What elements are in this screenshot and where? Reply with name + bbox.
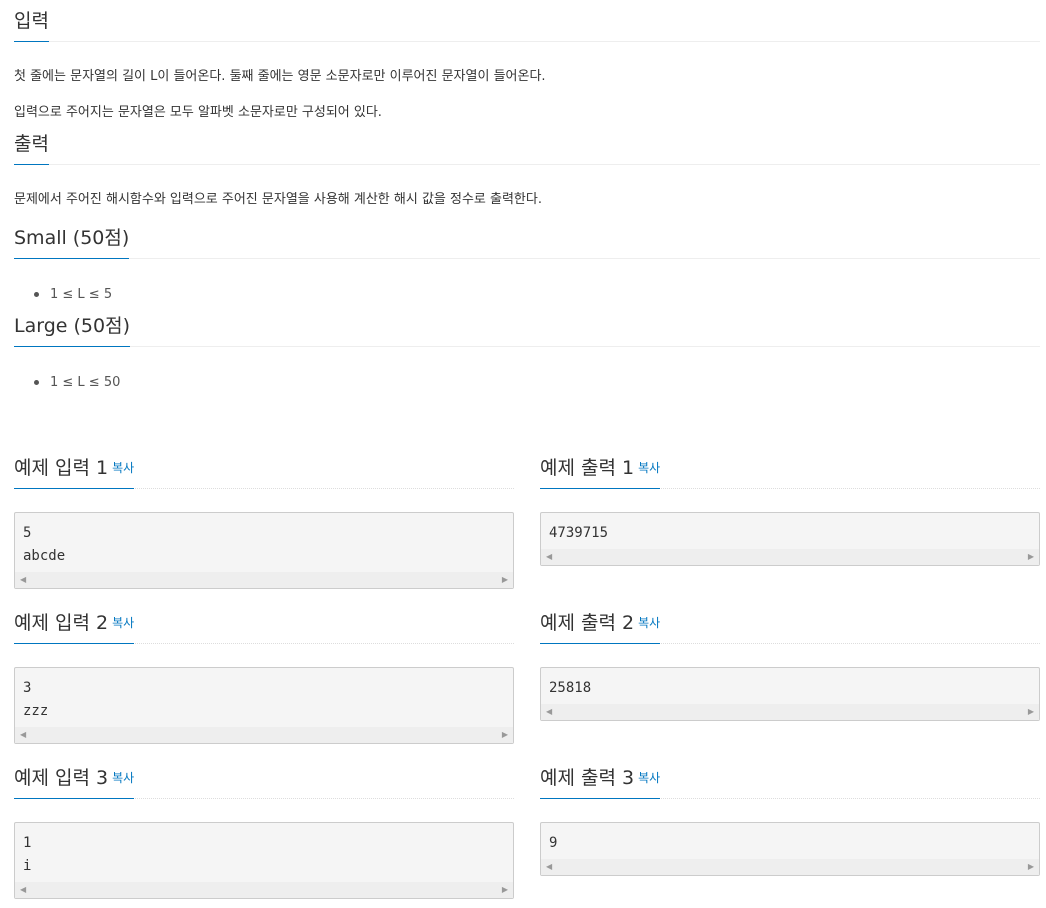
constraint-text: 1 ≤ L ≤ 5 <box>50 287 113 302</box>
horizontal-scrollbar[interactable]: ◀ ▶ <box>541 704 1039 720</box>
scroll-left-icon[interactable]: ◀ <box>546 552 552 562</box>
sample-output-title: 예제 출력 3 <box>540 767 635 789</box>
sample-output-1: 예제 출력 1 복사 4739715 ◀ ▶ <box>540 441 1040 566</box>
sample-input-title-wrap: 예제 입력 1 복사 <box>14 453 135 489</box>
sample-input-text[interactable]: 3 zzz <box>15 668 513 723</box>
sample-input-1: 예제 입력 1 복사 5 abcde ◀ ▶ <box>14 441 514 589</box>
sample-row-2: 예제 입력 2 복사 3 zzz ◀ ▶ 예제 출력 2 복사 25818 ◀ ▶ <box>14 596 1040 751</box>
small-subtask-title: Small (50점) <box>14 223 130 259</box>
sample-output-header: 예제 출력 3 복사 <box>540 751 1040 799</box>
horizontal-scrollbar[interactable]: ◀ ▶ <box>541 549 1039 565</box>
copy-button[interactable]: 복사 <box>112 771 134 785</box>
list-item: 1 ≤ L ≤ 5 <box>14 286 1040 304</box>
sample-output-title-wrap: 예제 출력 3 복사 <box>540 763 661 799</box>
sample-input-text[interactable]: 1 i <box>15 823 513 878</box>
copy-button[interactable]: 복사 <box>112 616 134 630</box>
horizontal-scrollbar[interactable]: ◀ ▶ <box>15 882 513 898</box>
scroll-right-icon[interactable]: ▶ <box>502 885 508 895</box>
sample-output-3: 예제 출력 3 복사 9 ◀ ▶ <box>540 751 1040 876</box>
input-description-line-1: 첫 줄에는 문자열의 길이 L이 들어온다. 둘째 줄에는 영문 소문자로만 이… <box>14 69 546 84</box>
sample-output-title: 예제 출력 2 <box>540 612 635 634</box>
scroll-right-icon[interactable]: ▶ <box>1028 552 1034 562</box>
input-section-header: 입력 <box>14 0 1040 42</box>
sample-output-box[interactable]: 9 ◀ ▶ <box>540 822 1040 876</box>
sample-input-header: 예제 입력 2 복사 <box>14 596 514 644</box>
large-subtask-title: Large (50점) <box>14 311 130 347</box>
sample-input-box[interactable]: 3 zzz ◀ ▶ <box>14 667 514 744</box>
problem-page: 입력 첫 줄에는 문자열의 길이 L이 들어온다. 둘째 줄에는 영문 소문자로… <box>0 0 1046 908</box>
scroll-right-icon[interactable]: ▶ <box>502 575 508 585</box>
output-section-header: 출력 <box>14 123 1040 165</box>
small-constraints-list: 1 ≤ L ≤ 5 <box>14 286 1040 304</box>
output-section: 출력 문제에서 주어진 해시함수와 입력으로 주어진 문자열을 사용해 계산한 … <box>14 123 1040 209</box>
copy-button[interactable]: 복사 <box>112 461 134 475</box>
bullet-icon <box>34 380 39 385</box>
sample-output-text[interactable]: 25818 <box>541 668 1039 700</box>
sample-input-title-wrap: 예제 입력 2 복사 <box>14 608 135 644</box>
copy-button[interactable]: 복사 <box>638 771 660 785</box>
sample-output-2: 예제 출력 2 복사 25818 ◀ ▶ <box>540 596 1040 721</box>
sample-output-header: 예제 출력 1 복사 <box>540 441 1040 489</box>
sample-output-title-wrap: 예제 출력 1 복사 <box>540 453 661 489</box>
sample-input-box[interactable]: 5 abcde ◀ ▶ <box>14 512 514 589</box>
sample-output-box[interactable]: 4739715 ◀ ▶ <box>540 512 1040 566</box>
bullet-icon <box>34 292 39 297</box>
scroll-right-icon[interactable]: ▶ <box>1028 707 1034 717</box>
scroll-left-icon[interactable]: ◀ <box>20 885 26 895</box>
output-section-title: 출력 <box>14 129 49 165</box>
sample-input-header: 예제 입력 1 복사 <box>14 441 514 489</box>
sample-output-text[interactable]: 9 <box>541 823 1039 855</box>
sample-input-3: 예제 입력 3 복사 1 i ◀ ▶ <box>14 751 514 899</box>
copy-button[interactable]: 복사 <box>638 616 660 630</box>
sample-input-title-wrap: 예제 입력 3 복사 <box>14 763 135 799</box>
input-description-line-2: 입력으로 주어지는 문자열은 모두 알파벳 소문자로만 구성되어 있다. <box>14 105 382 120</box>
sample-row-3: 예제 입력 3 복사 1 i ◀ ▶ 예제 출력 3 복사 9 ◀ ▶ <box>14 751 1040 906</box>
scroll-left-icon[interactable]: ◀ <box>546 862 552 872</box>
sample-output-header: 예제 출력 2 복사 <box>540 596 1040 644</box>
sample-output-title: 예제 출력 1 <box>540 457 635 479</box>
horizontal-scrollbar[interactable]: ◀ ▶ <box>15 727 513 743</box>
list-item: 1 ≤ L ≤ 50 <box>14 374 1040 392</box>
scroll-right-icon[interactable]: ▶ <box>1028 862 1034 872</box>
sample-input-header: 예제 입력 3 복사 <box>14 751 514 799</box>
scroll-left-icon[interactable]: ◀ <box>20 730 26 740</box>
large-constraints-list: 1 ≤ L ≤ 50 <box>14 374 1040 392</box>
horizontal-scrollbar[interactable]: ◀ ▶ <box>15 572 513 588</box>
sample-input-title: 예제 입력 1 <box>14 457 109 479</box>
sample-row-1: 예제 입력 1 복사 5 abcde ◀ ▶ 예제 출력 1 복사 4739715 ◀… <box>14 441 1040 596</box>
sample-input-text[interactable]: 5 abcde <box>15 513 513 568</box>
samples-area: 예제 입력 1 복사 5 abcde ◀ ▶ 예제 출력 1 복사 4739715 ◀… <box>14 441 1040 906</box>
sample-input-box[interactable]: 1 i ◀ ▶ <box>14 822 514 899</box>
input-section-title: 입력 <box>14 6 49 42</box>
scroll-left-icon[interactable]: ◀ <box>20 575 26 585</box>
large-subtask-section: Large (50점) 1 ≤ L ≤ 50 <box>14 305 1040 392</box>
small-subtask-header: Small (50점) <box>14 217 1040 259</box>
sample-input-title: 예제 입력 3 <box>14 767 109 789</box>
sample-output-box[interactable]: 25818 ◀ ▶ <box>540 667 1040 721</box>
sample-input-2: 예제 입력 2 복사 3 zzz ◀ ▶ <box>14 596 514 744</box>
copy-button[interactable]: 복사 <box>638 461 660 475</box>
large-subtask-header: Large (50점) <box>14 305 1040 347</box>
scroll-right-icon[interactable]: ▶ <box>502 730 508 740</box>
input-section: 입력 첫 줄에는 문자열의 길이 L이 들어온다. 둘째 줄에는 영문 소문자로… <box>14 0 1040 122</box>
scroll-left-icon[interactable]: ◀ <box>546 707 552 717</box>
output-description: 문제에서 주어진 해시함수와 입력으로 주어진 문자열을 사용해 계산한 해시 … <box>14 192 542 207</box>
constraint-text: 1 ≤ L ≤ 50 <box>50 375 121 390</box>
sample-output-title-wrap: 예제 출력 2 복사 <box>540 608 661 644</box>
horizontal-scrollbar[interactable]: ◀ ▶ <box>541 859 1039 875</box>
sample-output-text[interactable]: 4739715 <box>541 513 1039 545</box>
small-subtask-section: Small (50점) 1 ≤ L ≤ 5 <box>14 217 1040 304</box>
sample-input-title: 예제 입력 2 <box>14 612 109 634</box>
